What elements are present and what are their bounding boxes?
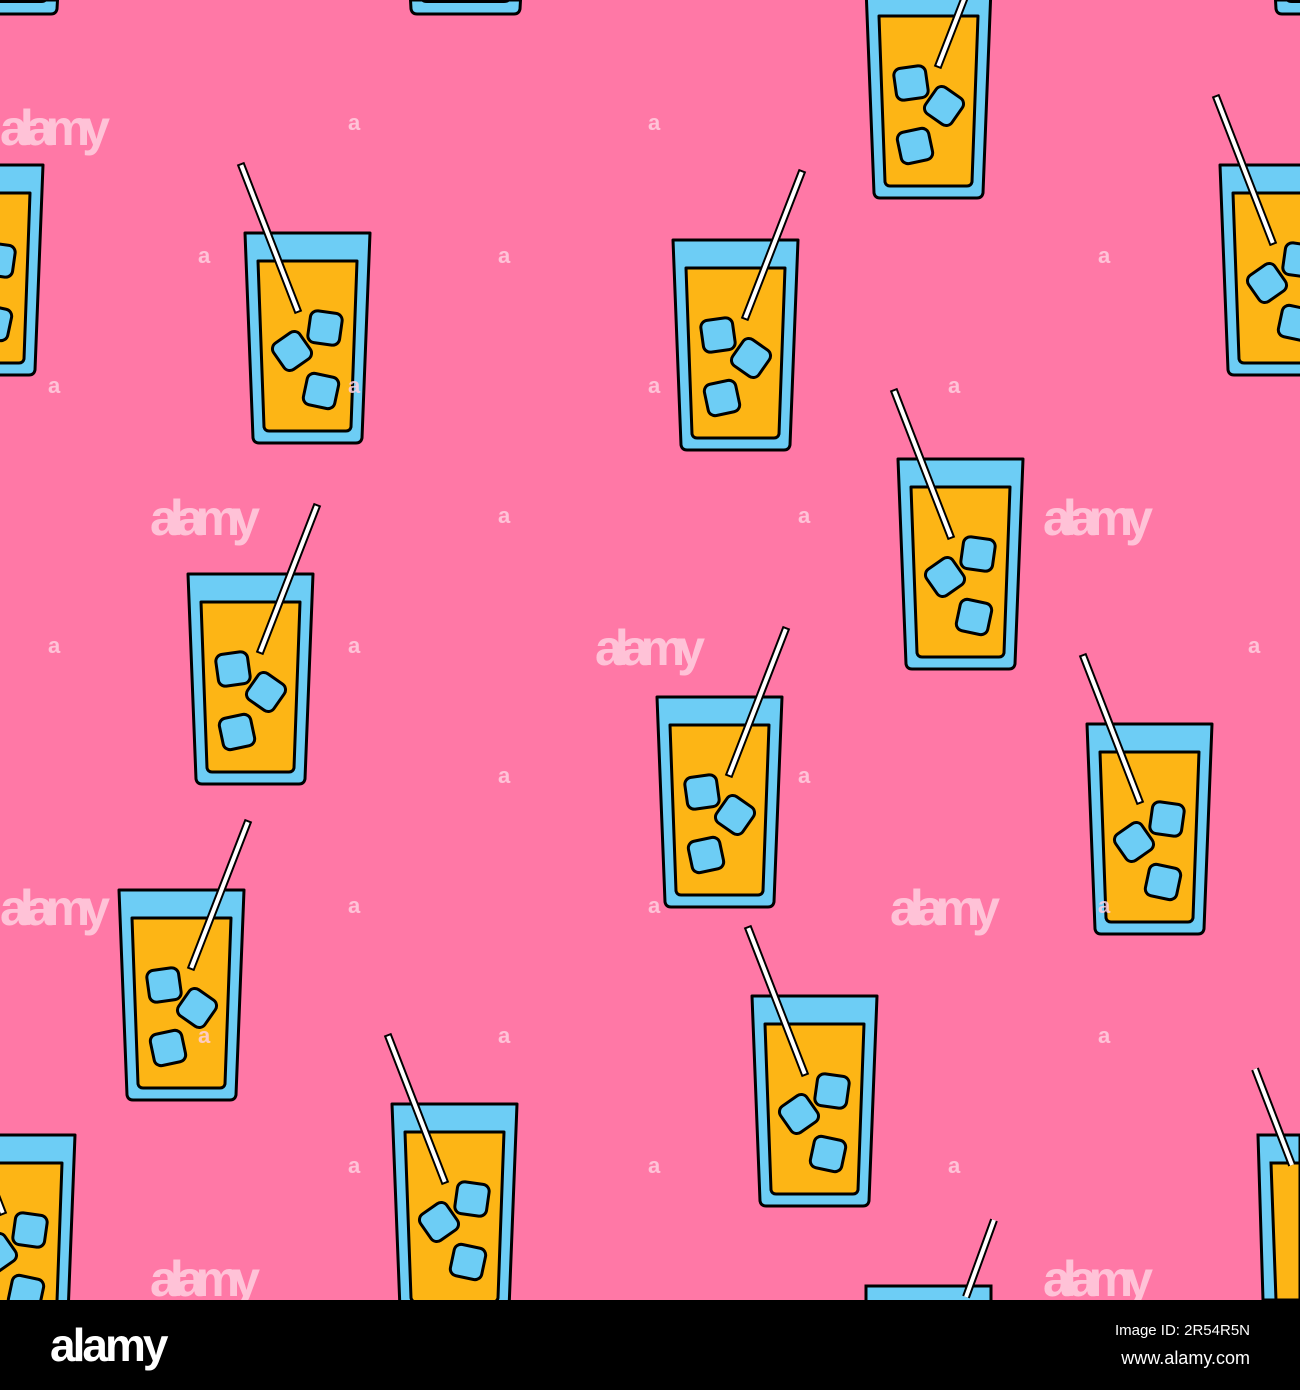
ice-cube	[699, 316, 737, 354]
watermark-word: alamy	[150, 490, 260, 546]
footer-bar: alamy Image ID: 2R54R5N www.alamy.com	[0, 1300, 1300, 1390]
iced-drink-glass-partial	[408, 0, 523, 16]
ice-cube	[954, 597, 994, 637]
watermark-word: alamy	[150, 1251, 260, 1300]
iced-drink-glass-partial	[864, 1218, 998, 1300]
ice-cube	[1148, 800, 1186, 838]
watermark-letter: a	[48, 373, 61, 398]
watermark-letter: a	[648, 1153, 661, 1178]
ice-cube	[686, 835, 726, 875]
image-id: Image ID: 2R54R5N	[1114, 1322, 1250, 1339]
ice-cube	[702, 378, 742, 418]
juice	[1269, 1161, 1300, 1300]
watermark-word: alamy	[890, 880, 1000, 936]
iced-drink-glass	[117, 818, 253, 1102]
iced-drink-glass-partial	[0, 0, 60, 16]
ice-cube	[0, 241, 17, 279]
iced-drink-glass-partial	[1273, 0, 1300, 16]
ice-cube	[148, 1028, 188, 1068]
ice-cube	[301, 371, 341, 411]
ice-cube	[11, 1211, 49, 1249]
watermark-letter: a	[798, 763, 811, 788]
iced-drink-glass	[186, 502, 322, 786]
ice-cube	[214, 650, 252, 688]
ice-cube	[895, 126, 935, 166]
watermark-word: alamy	[1043, 490, 1153, 546]
iced-drink-glass	[1211, 93, 1300, 377]
iced-drink-glass	[864, 0, 993, 200]
alamy-logo: alamy	[50, 1319, 168, 1371]
iced-drink-glass	[383, 1032, 519, 1300]
ice-cube	[145, 966, 183, 1004]
iced-drink-glass	[671, 168, 807, 452]
website-link[interactable]: www.alamy.com	[1121, 1348, 1250, 1369]
iced-drink-pattern: alamy alamy alamy alamy alamy alamy alamy alamy…	[0, 0, 1300, 1300]
watermark-letter: a	[348, 373, 361, 398]
ice-cube	[306, 309, 344, 347]
watermark-letter: a	[348, 110, 361, 135]
watermark-letter: a	[348, 893, 361, 918]
ice-cube	[448, 1242, 488, 1282]
ice-cube	[813, 1072, 851, 1110]
watermark-letter: a	[498, 763, 511, 788]
ice-cube	[1281, 241, 1300, 279]
watermark-letter: a	[198, 243, 211, 268]
watermark-letter: a	[1098, 1023, 1111, 1048]
juice-bottom	[0, 0, 48, 3]
watermark-letter: a	[498, 1023, 511, 1048]
watermark-letter: a	[48, 633, 61, 658]
watermark-word: alamy	[0, 880, 110, 936]
iced-drink-glass	[236, 161, 372, 445]
watermark-word: alamy	[595, 620, 705, 676]
watermark-word: alamy	[1043, 1251, 1153, 1300]
watermark-letter: a	[798, 503, 811, 528]
ice-cube	[1143, 862, 1183, 902]
iced-drink-glass-partial	[1251, 1067, 1300, 1300]
watermark-letter: a	[1098, 243, 1111, 268]
watermark-letter: a	[498, 503, 511, 528]
juice-bottom	[420, 0, 511, 3]
iced-drink-glass	[0, 1133, 77, 1300]
watermark-letter: a	[948, 1153, 961, 1178]
watermark-letter: a	[198, 1023, 211, 1048]
iced-drink-glass	[743, 924, 879, 1208]
watermark-letter: a	[648, 893, 661, 918]
watermark-letter: a	[1248, 633, 1261, 658]
ice-cube	[683, 773, 721, 811]
watermark-letter: a	[648, 110, 661, 135]
ice-cube	[808, 1134, 848, 1174]
watermark-letter: a	[348, 1153, 361, 1178]
watermark-word: alamy	[0, 100, 110, 156]
ice-cube	[959, 535, 997, 573]
ice-cube	[892, 64, 930, 102]
ice-cube	[217, 712, 257, 752]
watermark-letter: a	[948, 373, 961, 398]
watermark-letter: a	[1098, 893, 1111, 918]
watermark-letter: a	[498, 243, 511, 268]
ice-cube	[453, 1180, 491, 1218]
juice-bottom	[1285, 0, 1300, 3]
watermark-letter: a	[648, 373, 661, 398]
watermark-letter: a	[348, 633, 361, 658]
iced-drink-glass	[889, 387, 1025, 671]
stock-image: alamy alamy alamy alamy alamy alamy alamy alamy…	[0, 0, 1300, 1390]
